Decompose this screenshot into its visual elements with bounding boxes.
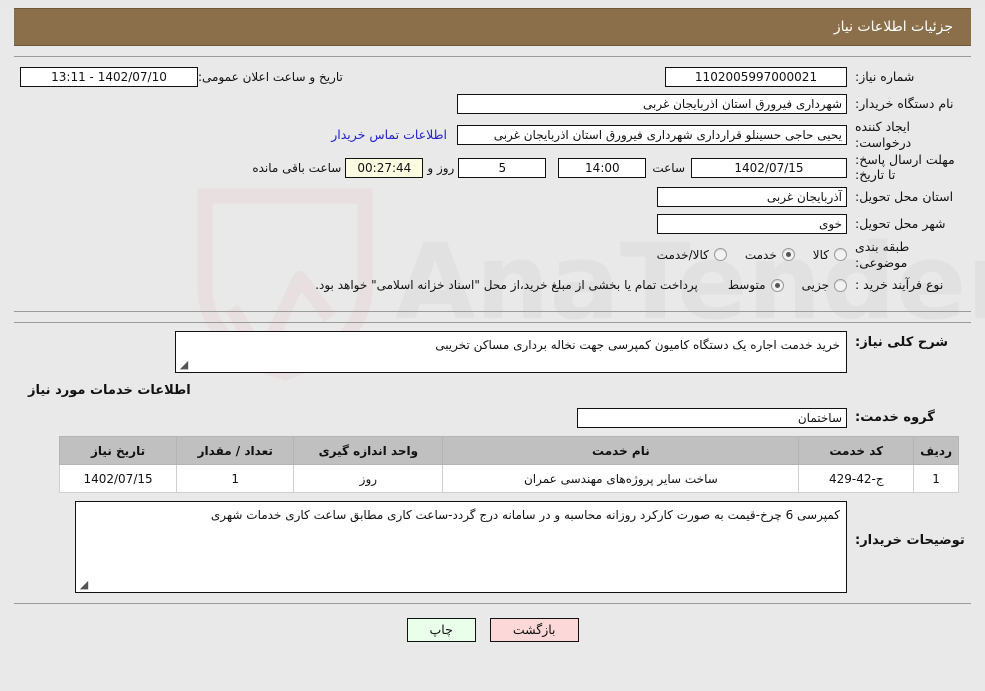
row-city: شهر محل تحویل: خوی [20,212,965,236]
province-value[interactable]: آذربایجان غربی [657,187,847,207]
radio-label: خدمت [744,247,777,262]
classification-label: طبقه بندی موضوعی: [855,239,910,270]
remaining-days-separator: روز و [427,160,455,175]
deadline-hour-label: ساعت [652,160,685,175]
radio-circle-icon [713,248,727,262]
cell-service-code: ج-42-429 [798,464,915,494]
remaining-timer: 00:27:44 [345,157,424,178]
description-textarea[interactable]: خرید خدمت اجاره یک دستگاه کامیون کمپرسی … [175,331,847,374]
table-row[interactable]: 1 ج-42-429 ساخت سایر پروژه‌های مهندسی عم… [58,464,959,494]
description-label: شرح کلی نیاز: [855,335,949,351]
process-label: نوع فرآیند خرید : [855,277,944,293]
radio-classification-kala-khedmat[interactable]: کالا/خدمت [657,248,727,262]
row-province: استان محل تحویل: آذربایجان غربی [20,185,965,209]
row-buyer-notes: توضیحات خریدار: کمپرسی 6 چرخ-قیمت به صور… [20,501,965,594]
deadline-hour[interactable]: 14:00 [558,157,647,178]
creator-label: ایجاد کننده درخواست: [855,119,912,150]
radio-process-jozii[interactable]: جزیی [802,278,847,292]
col-row-number: ردیف [913,436,959,466]
radio-circle-selected-icon [770,278,784,292]
buyer-notes-value: کمپرسی 6 چرخ-قیمت به صورت کارکرد روزانه … [210,508,840,523]
col-unit: واحد اندازه گیری [293,436,444,466]
province-label: استان محل تحویل: [855,189,954,205]
radio-circle-icon [834,278,847,292]
services-table: ردیف کد خدمت نام خدمت واحد اندازه گیری ت… [58,436,959,494]
city-value[interactable]: خوی [657,214,847,234]
deadline-label: مهلت ارسال پاسخ: تا تاریخ: [855,152,955,182]
radio-circle-icon [834,248,847,262]
col-quantity: تعداد / مقدار [176,436,295,466]
page-title: جزئیات اطلاعات نیاز [833,19,953,35]
col-need-date: تاریخ نیاز [58,436,178,466]
print-button[interactable]: چاپ [406,618,476,643]
radio-label: جزیی [801,278,829,293]
process-radio-group[interactable]: جزیی متوسط [710,278,847,292]
row-need-number: شماره نیاز: 1102005997000021 تاریخ و ساع… [20,65,965,89]
cell-unit: روز [293,464,444,494]
page-root: AnaTender.net جزئیات اطلاعات نیاز شماره … [0,8,985,691]
cell-service-name: ساخت سایر پروژه‌های مهندسی عمران [442,464,800,494]
row-classification: طبقه بندی موضوعی: کالا خدمت کالا/خدمت [20,239,965,270]
buyer-org-value[interactable]: شهرداری فیرورق استان اذربایجان غربی [457,94,847,114]
process-note: پرداخت تمام یا بخشی از مبلغ خرید،از محل … [315,278,698,293]
radio-classification-khedmat[interactable]: خدمت [745,248,795,262]
page-title-bar: جزئیات اطلاعات نیاز [14,8,971,46]
description-value: خرید خدمت اجاره یک دستگاه کامیون کمپرسی … [435,338,840,353]
buyer-notes-textarea[interactable]: کمپرسی 6 چرخ-قیمت به صورت کارکرد روزانه … [75,501,847,594]
resize-handle-icon[interactable]: ◢ [178,359,190,371]
cell-quantity: 1 [176,464,295,494]
remaining-days: 5 [458,157,547,178]
row-deadline: مهلت ارسال پاسخ: تا تاریخ: 1402/07/15 سا… [20,153,965,182]
col-service-code: کد خدمت [798,436,915,466]
radio-process-motavasset[interactable]: متوسط [728,278,784,292]
col-service-name: نام خدمت [442,436,800,466]
radio-label: کالا/خدمت [656,247,709,262]
row-service-group: گروه خدمت: ساختمان [20,406,965,430]
services-panel: شرح کلی نیاز: خرید خدمت اجاره یک دستگاه … [14,322,971,605]
resize-handle-icon[interactable]: ◢ [78,579,90,591]
footer-actions: بازگشت چاپ [0,618,985,643]
radio-classification-kala[interactable]: کالا [813,248,847,262]
remaining-suffix: ساعت باقی مانده [252,160,342,175]
services-table-wrap: ردیف کد خدمت نام خدمت واحد اندازه گیری ت… [20,436,965,494]
row-process-type: نوع فرآیند خرید : جزیی متوسط پرداخت تمام… [20,273,965,297]
back-button[interactable]: بازگشت [489,618,579,643]
buyer-org-label: نام دستگاه خریدار: [855,96,954,112]
deadline-date[interactable]: 1402/07/15 [691,157,847,178]
radio-label: متوسط [727,278,766,293]
row-buyer-org: نام دستگاه خریدار: شهرداری فیرورق استان … [20,92,965,116]
radio-label: کالا [812,247,829,262]
classification-radio-group[interactable]: کالا خدمت کالا/خدمت [639,248,847,262]
announce-label: تاریخ و ساعت اعلان عمومی: [198,70,343,84]
table-header-row: ردیف کد خدمت نام خدمت واحد اندازه گیری ت… [58,436,959,466]
service-group-label: گروه خدمت: [855,410,935,426]
cell-need-date: 1402/07/15 [58,464,178,494]
need-number-label: شماره نیاز: [855,69,915,85]
services-section-title: اطلاعات خدمات مورد نیاز [28,383,191,399]
need-number-value[interactable]: 1102005997000021 [665,67,847,87]
buyer-contact-link[interactable]: اطلاعات تماس خریدار [321,127,457,142]
row-creator: ایجاد کننده درخواست: یحیی حاجی حسینلو قر… [20,119,965,150]
row-description: شرح کلی نیاز: خرید خدمت اجاره یک دستگاه … [20,331,965,374]
announce-value[interactable]: 1402/07/10 - 13:11 [20,67,198,87]
city-label: شهر محل تحویل: [855,216,946,232]
radio-circle-selected-icon [781,248,795,262]
cell-row-number: 1 [913,464,959,494]
need-info-panel: شماره نیاز: 1102005997000021 تاریخ و ساع… [14,56,971,313]
buyer-notes-label: توضیحات خریدار: [855,533,965,549]
service-group-value[interactable]: ساختمان [577,408,847,429]
creator-value[interactable]: یحیی حاجی حسینلو قرارداری شهرداری فیرورق… [457,124,847,145]
